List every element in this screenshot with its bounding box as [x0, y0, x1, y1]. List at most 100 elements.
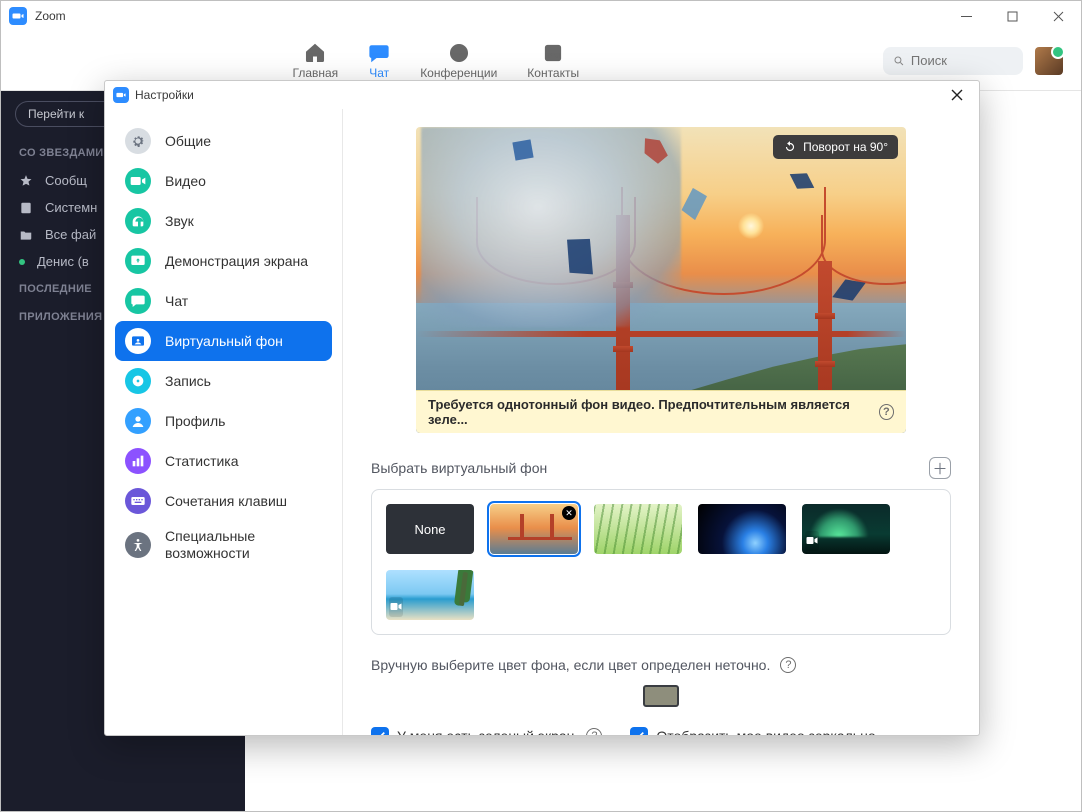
settings-nav-label: Специальные возможности [165, 528, 322, 562]
sidebar-label: Сообщ [45, 173, 87, 188]
settings-content: Поворот на 90° Требуется однотонный фон … [343, 109, 979, 735]
settings-nav-label: Сочетания клавиш [165, 493, 287, 510]
settings-sidebar: Общие Видео Звук Демонстрация экрана Чат… [105, 109, 343, 735]
maximize-button[interactable] [989, 1, 1035, 31]
settings-nav-profile[interactable]: Профиль [115, 401, 332, 441]
help-icon[interactable]: ? [780, 657, 796, 673]
zoom-logo-icon [9, 7, 27, 25]
help-icon[interactable]: ? [586, 728, 602, 735]
bg-thumb-beach[interactable] [386, 570, 474, 620]
zoom-logo-icon [113, 87, 129, 103]
dialog-title: Настройки [135, 88, 194, 102]
accessibility-icon [125, 532, 151, 558]
settings-nav-audio[interactable]: Звук [115, 201, 332, 241]
background-thumbnails: None ✕ [371, 489, 951, 635]
settings-nav-general[interactable]: Общие [115, 121, 332, 161]
minimize-button[interactable] [943, 1, 989, 31]
settings-nav-chat[interactable]: Чат [115, 281, 332, 321]
settings-nav-label: Профиль [165, 413, 225, 430]
settings-nav-share[interactable]: Демонстрация экрана [115, 241, 332, 281]
choose-bg-label: Выбрать виртуальный фон [371, 460, 547, 476]
nav-chat[interactable]: Чат [368, 42, 390, 80]
bg-thumb-none[interactable]: None [386, 504, 474, 554]
settings-nav-accessibility[interactable]: Специальные возможности [115, 521, 332, 569]
checkbox-checked-icon [630, 727, 648, 735]
settings-dialog: Настройки Общие Видео Звук Демонстрация … [104, 80, 980, 736]
search-box[interactable] [883, 47, 1023, 75]
remove-thumb-button[interactable]: ✕ [562, 506, 576, 520]
bg-color-picker[interactable] [643, 685, 679, 707]
rotate-label: Поворот на 90° [803, 140, 888, 154]
status-dot-icon [19, 259, 25, 265]
keyboard-icon [125, 488, 151, 514]
nav-home[interactable]: Главная [293, 42, 339, 80]
contacts-icon [542, 42, 564, 64]
manual-color-hint: Вручную выберите цвет фона, если цвет оп… [371, 657, 770, 673]
stats-icon [125, 448, 151, 474]
chat-icon [368, 42, 390, 64]
video-badge-icon [805, 531, 819, 551]
search-icon [893, 54, 905, 68]
bg-thumb-grass[interactable] [594, 504, 682, 554]
sidebar-label: Все фай [45, 227, 96, 242]
video-badge-icon [389, 597, 403, 617]
settings-nav-stats[interactable]: Статистика [115, 441, 332, 481]
nav-meetings-label: Конференции [420, 66, 497, 80]
settings-nav-label: Звук [165, 213, 194, 230]
dialog-titlebar: Настройки [105, 81, 979, 109]
preview-image [416, 127, 906, 433]
record-icon [125, 368, 151, 394]
settings-nav-record[interactable]: Запись [115, 361, 332, 401]
bg-thumb-none-label: None [414, 522, 445, 537]
checkbox-checked-icon [371, 727, 389, 735]
profile-icon [125, 408, 151, 434]
add-background-button[interactable]: ＋ [929, 457, 951, 479]
nav-chat-label: Чат [369, 66, 389, 80]
close-button[interactable] [1035, 1, 1081, 31]
preview-warning: Требуется однотонный фон видео. Предпочт… [416, 390, 906, 433]
settings-nav-keyboard[interactable]: Сочетания клавиш [115, 481, 332, 521]
virtual-bg-icon [125, 328, 151, 354]
checkbox-mirror-video[interactable]: Отобразить мое видео зеркально [630, 727, 875, 735]
nav-contacts-label: Контакты [527, 66, 579, 80]
video-preview: Поворот на 90° Требуется однотонный фон … [416, 127, 906, 433]
dialog-close-button[interactable] [941, 82, 973, 108]
nav-home-label: Главная [293, 66, 339, 80]
gear-icon [125, 128, 151, 154]
star-icon [19, 174, 33, 188]
checkbox-label: У меня есть зеленый экран [397, 728, 574, 735]
sidebar-label: Системн [45, 200, 97, 215]
folder-icon [19, 228, 33, 242]
bg-thumb-bridge[interactable]: ✕ [490, 504, 578, 554]
nav-meetings[interactable]: Конференции [420, 42, 497, 80]
home-icon [304, 42, 326, 64]
rotate-button[interactable]: Поворот на 90° [773, 135, 898, 159]
video-icon [125, 168, 151, 194]
settings-nav-label: Статистика [165, 453, 239, 470]
jump-to-label: Перейти к [28, 107, 84, 121]
help-icon[interactable]: ? [879, 404, 894, 420]
nav-contacts[interactable]: Контакты [527, 42, 579, 80]
titlebar: Zoom [1, 1, 1081, 31]
headphones-icon [125, 208, 151, 234]
share-screen-icon [125, 248, 151, 274]
settings-nav-label: Видео [165, 173, 206, 190]
clock-icon [448, 42, 470, 64]
bg-thumb-space[interactable] [698, 504, 786, 554]
avatar[interactable] [1035, 47, 1063, 75]
checkbox-green-screen[interactable]: У меня есть зеленый экран ? [371, 727, 602, 735]
checkbox-label: Отобразить мое видео зеркально [656, 728, 875, 735]
settings-nav-label: Чат [165, 293, 188, 310]
window-title: Zoom [35, 9, 66, 23]
search-input[interactable] [911, 53, 1013, 68]
rotate-icon [783, 140, 797, 154]
preview-warning-text: Требуется однотонный фон видео. Предпочт… [428, 397, 871, 427]
file-icon [19, 201, 33, 215]
sidebar-label: Денис (в [37, 254, 89, 269]
settings-nav-label: Запись [165, 373, 211, 390]
settings-nav-label: Общие [165, 133, 211, 150]
settings-nav-video[interactable]: Видео [115, 161, 332, 201]
chat-bubble-icon [125, 288, 151, 314]
bg-thumb-aurora[interactable] [802, 504, 890, 554]
settings-nav-virtual-bg[interactable]: Виртуальный фон [115, 321, 332, 361]
